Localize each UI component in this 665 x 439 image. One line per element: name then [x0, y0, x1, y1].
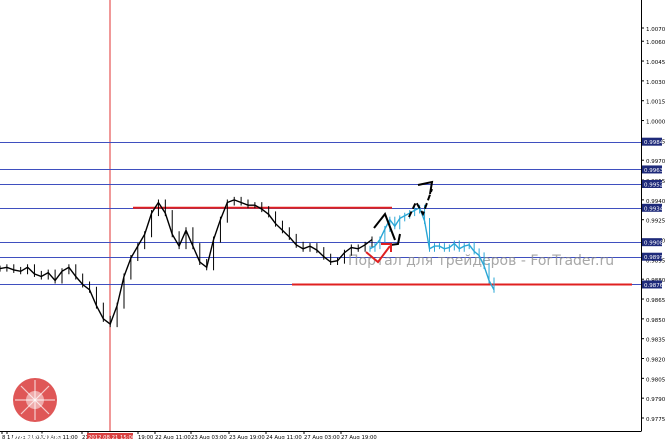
y-tick-label: 1.0015 [646, 100, 665, 106]
level-label-text: 0.9934 [644, 206, 664, 212]
level-label-text: 0.9876 [644, 283, 664, 289]
x-tick-label: 27 Aug 03:00 [304, 435, 340, 439]
level-label-text: 0.9984 [644, 140, 664, 146]
level-label-text: 0.9963 [644, 168, 664, 174]
y-tick-label: 0.9925 [646, 219, 665, 225]
x-tick-label: 23 Aug 19:00 [229, 435, 265, 439]
y-tick-label: 0.9805 [646, 377, 665, 383]
level-label-text: 0.9897 [644, 255, 664, 261]
x-tick-label: 22 Aug 11:00 [155, 435, 191, 439]
y-tick-label: 0.9790 [646, 397, 665, 403]
y-tick-label: 1.0070 [646, 27, 665, 33]
price-chart[interactable]: Портал для трейдеров - ForTrader.ru 1.00… [0, 0, 665, 439]
y-tick-label: 1.0045 [646, 60, 665, 66]
x-tick-label: 27 Aug 19:00 [341, 435, 377, 439]
x-tick-label: 2012.08.21 15:00 [88, 435, 136, 439]
y-tick-label: 0.9970 [646, 159, 665, 165]
x-tick-label: 24 Aug 11:00 [266, 435, 302, 439]
logo-star-icon [13, 378, 57, 422]
x-tick-label: 19:00 [138, 435, 154, 439]
y-tick-label: 1.0030 [646, 80, 665, 86]
y-tick-label: 0.9850 [646, 318, 665, 324]
logo-text: InstaForex [10, 431, 61, 439]
chart-background [0, 0, 665, 439]
y-tick-label: 1.0060 [646, 40, 665, 46]
y-tick-label: 0.9775 [646, 417, 665, 423]
y-tick-label: 1.0000 [646, 120, 665, 126]
y-tick-label: 0.9835 [646, 338, 665, 344]
level-label-text: 0.9908 [644, 241, 664, 247]
x-tick-label: 23 Aug 03:00 [191, 435, 227, 439]
y-tick-label: 0.9820 [646, 358, 665, 364]
y-tick-label: 0.9865 [646, 298, 665, 304]
level-label-text: 0.9952 [644, 183, 663, 189]
